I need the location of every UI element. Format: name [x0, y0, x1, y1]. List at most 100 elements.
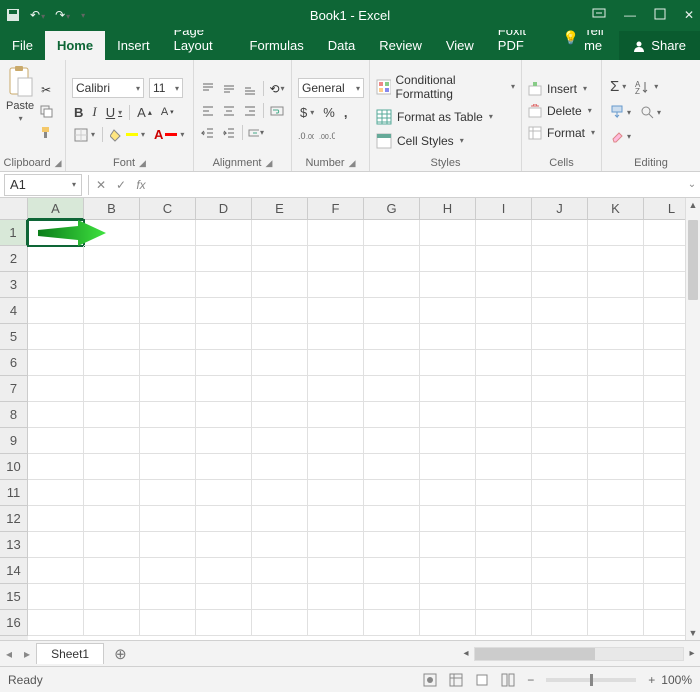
sheet-nav-prev-icon[interactable]: ◂ [0, 647, 18, 661]
cell[interactable] [308, 324, 364, 350]
cell[interactable] [140, 454, 196, 480]
page-layout-view-icon[interactable] [469, 673, 495, 687]
vertical-scrollbar[interactable]: ▲ ▼ [685, 198, 700, 640]
delete-cells-button[interactable]: Delete▾ [528, 104, 595, 118]
close-icon[interactable]: ✕ [684, 8, 694, 22]
row-header[interactable]: 12 [0, 506, 28, 532]
cell[interactable] [308, 376, 364, 402]
zoom-out-button[interactable]: − [521, 673, 540, 687]
row-header[interactable]: 6 [0, 350, 28, 376]
cell[interactable] [588, 246, 644, 272]
cell[interactable] [420, 220, 476, 246]
zoom-level[interactable]: 100% [661, 673, 692, 687]
cell[interactable] [28, 298, 84, 324]
name-box[interactable]: A1▾ [4, 174, 82, 196]
align-bottom-icon[interactable] [242, 81, 258, 97]
cell[interactable] [140, 558, 196, 584]
cell[interactable] [308, 532, 364, 558]
cell[interactable] [252, 506, 308, 532]
copy-icon[interactable] [38, 103, 54, 119]
column-header[interactable]: G [364, 198, 420, 220]
page-break-view-icon[interactable] [495, 673, 521, 687]
cell[interactable] [84, 506, 140, 532]
cell[interactable] [84, 402, 140, 428]
column-header[interactable]: E [252, 198, 308, 220]
cancel-formula-icon[interactable]: ✕ [91, 178, 111, 192]
zoom-slider[interactable] [546, 678, 636, 682]
cell[interactable] [532, 428, 588, 454]
dialog-launcher-icon[interactable]: ◢ [266, 158, 273, 169]
cell[interactable] [420, 324, 476, 350]
qat-customize-icon[interactable]: ▾ [81, 11, 85, 20]
format-cells-button[interactable]: Format▾ [528, 126, 595, 140]
cell[interactable] [308, 298, 364, 324]
cell[interactable] [476, 454, 532, 480]
cell[interactable] [308, 220, 364, 246]
cell[interactable] [196, 480, 252, 506]
tab-data[interactable]: Data [316, 31, 367, 60]
cell[interactable] [476, 506, 532, 532]
tab-review[interactable]: Review [367, 31, 434, 60]
cell[interactable] [476, 402, 532, 428]
bold-button[interactable]: B [72, 104, 85, 121]
cell[interactable] [28, 376, 84, 402]
cell[interactable] [476, 428, 532, 454]
tab-view[interactable]: View [434, 31, 486, 60]
cell[interactable] [588, 610, 644, 636]
horizontal-scrollbar[interactable]: ◂ ▸ [137, 647, 700, 661]
normal-view-icon[interactable] [443, 673, 469, 687]
number-format-combo[interactable]: General▾ [298, 78, 364, 98]
cell[interactable] [532, 480, 588, 506]
row-header[interactable]: 3 [0, 272, 28, 298]
cell[interactable] [420, 350, 476, 376]
cell[interactable] [196, 376, 252, 402]
cell[interactable] [196, 272, 252, 298]
cell[interactable] [588, 558, 644, 584]
conditional-formatting-button[interactable]: Conditional Formatting▾ [376, 73, 515, 101]
cell[interactable] [28, 246, 84, 272]
cell[interactable] [196, 402, 252, 428]
cell[interactable] [252, 584, 308, 610]
cell[interactable] [140, 376, 196, 402]
cell[interactable] [476, 558, 532, 584]
column-header[interactable]: I [476, 198, 532, 220]
cell[interactable] [588, 324, 644, 350]
cell[interactable] [28, 220, 84, 246]
undo-icon[interactable]: ↶▾ [30, 8, 45, 22]
align-center-icon[interactable] [221, 103, 237, 119]
row-header[interactable]: 15 [0, 584, 28, 610]
row-header[interactable]: 13 [0, 532, 28, 558]
font-name-combo[interactable]: Calibri▾ [72, 78, 144, 98]
cell[interactable] [364, 558, 420, 584]
cell[interactable] [252, 428, 308, 454]
scrollbar-thumb[interactable] [688, 220, 698, 300]
cell[interactable] [532, 220, 588, 246]
cell[interactable] [84, 558, 140, 584]
cell[interactable] [364, 454, 420, 480]
cell[interactable] [420, 272, 476, 298]
cell[interactable] [196, 506, 252, 532]
cell[interactable] [252, 376, 308, 402]
maximize-icon[interactable] [654, 8, 666, 22]
cell[interactable] [252, 454, 308, 480]
format-as-table-button[interactable]: Format as Table▾ [376, 109, 515, 125]
cell[interactable] [196, 532, 252, 558]
cell[interactable] [252, 480, 308, 506]
cell[interactable] [84, 272, 140, 298]
cell[interactable] [308, 246, 364, 272]
font-size-combo[interactable]: 11▾ [149, 78, 183, 98]
cell[interactable] [28, 584, 84, 610]
row-header[interactable]: 2 [0, 246, 28, 272]
formula-input[interactable] [151, 174, 684, 196]
cell[interactable] [84, 220, 140, 246]
cell[interactable] [252, 610, 308, 636]
cell[interactable] [588, 220, 644, 246]
decrease-decimal-icon[interactable]: .00.0 [319, 127, 335, 143]
cell[interactable] [476, 324, 532, 350]
cell[interactable] [476, 220, 532, 246]
cell[interactable] [588, 480, 644, 506]
save-icon[interactable] [6, 8, 20, 22]
cell[interactable] [420, 610, 476, 636]
cell[interactable] [532, 350, 588, 376]
decrease-font-icon[interactable]: A▾ [159, 105, 176, 119]
